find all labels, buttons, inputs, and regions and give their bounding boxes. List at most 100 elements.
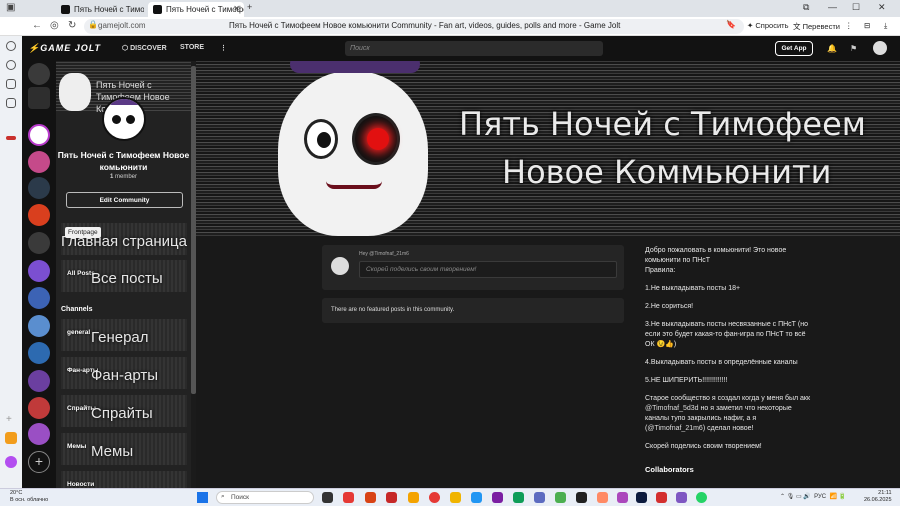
close-tab-icon[interactable]: ✕: [233, 4, 240, 13]
tabs-icon[interactable]: [6, 98, 16, 108]
market-icon[interactable]: [5, 432, 17, 444]
discover-link[interactable]: ⬡ DISCOVER: [122, 44, 167, 52]
app-icon[interactable]: [471, 492, 482, 503]
alice-icon[interactable]: [6, 41, 16, 51]
windows-taskbar: 20°C В осн. облачно ⌕ Поиск ⌃ 🎙 ▭ 🔊 РУС 📶 …: [0, 488, 900, 506]
assistant-icon[interactable]: [5, 456, 17, 468]
mention-link[interactable]: @Timofnaf_21m6: [647, 425, 702, 432]
community-icon[interactable]: [28, 151, 50, 173]
maximize-icon[interactable]: ☐: [852, 2, 860, 13]
window-collections-icon[interactable]: ⧉: [803, 2, 809, 13]
ask-button[interactable]: ✦ Спросить: [747, 21, 788, 30]
new-tab-icon[interactable]: +: [247, 2, 252, 12]
app-icon[interactable]: [576, 492, 587, 503]
banner-character-mouth: [326, 181, 382, 189]
translate-button[interactable]: 文 Перевести: [793, 21, 840, 32]
download-icon[interactable]: ⤓: [884, 21, 887, 31]
more-icon[interactable]: ⋮: [845, 21, 853, 30]
app-icon[interactable]: [408, 492, 419, 503]
app-icon[interactable]: [555, 492, 566, 503]
weather-widget[interactable]: 20°C В осн. облачно: [10, 490, 48, 504]
rule-2: 2.Не сориться!: [645, 303, 694, 310]
get-app-button[interactable]: Get App: [775, 41, 813, 56]
channel-news[interactable]: Новости: [61, 471, 187, 488]
banner-character-eye: [304, 119, 338, 159]
task-view-icon[interactable]: [322, 492, 333, 503]
browser-menu-icon[interactable]: ▣: [6, 2, 15, 13]
edge-icon[interactable]: [513, 492, 524, 503]
taskbar-search[interactable]: ⌕ Поиск: [216, 491, 314, 504]
shield-icon[interactable]: ◎: [50, 20, 59, 31]
channel-memes[interactable]: Мемы Мемы: [61, 433, 187, 465]
mention-link[interactable]: @Timofnaf_5d3d: [645, 405, 699, 412]
edit-community-button[interactable]: Edit Community: [66, 192, 183, 208]
add-panel-icon[interactable]: +: [6, 414, 12, 425]
app-icon[interactable]: [617, 492, 628, 503]
opera-icon[interactable]: [429, 492, 440, 503]
banner-character-face: [278, 71, 428, 236]
about-cta: Скорей поделись своим творением!: [645, 443, 762, 450]
community-icon[interactable]: [28, 260, 50, 282]
community-icon[interactable]: [28, 204, 50, 226]
app-icon[interactable]: [597, 492, 608, 503]
downloads-panel-icon[interactable]: ⊟: [864, 21, 870, 30]
channel-fanart[interactable]: Фан-арты Фан-арты: [61, 357, 187, 389]
reload-icon[interactable]: ↻: [68, 20, 76, 31]
rule-1: 1.Не выкладывать посты 18+: [645, 285, 741, 292]
rule-5: 5.НЕ ШИПЕРИТЬ!!!!!!!!!!!!!: [645, 377, 728, 384]
browser-tab[interactable]: Пять Ночей с Тимофеем: [56, 2, 144, 17]
play-icon[interactable]: [6, 60, 16, 70]
search-input[interactable]: Поиск: [345, 41, 603, 56]
community-icon-timofey[interactable]: [28, 124, 50, 146]
community-icon[interactable]: [28, 342, 50, 364]
community-icon[interactable]: [28, 423, 50, 445]
post-input[interactable]: Скорей поделись своим творением!: [359, 261, 617, 278]
system-tray[interactable]: ⌃ 🎙 ▭ 🔊 РУС 📶 🔋: [780, 493, 846, 500]
channel-general[interactable]: general Генерал: [61, 319, 187, 351]
photoshop-icon[interactable]: [636, 492, 647, 503]
more-menu-icon[interactable]: ⋮: [220, 44, 227, 52]
browser-tab-active[interactable]: Пять Ночей с Тимофеем ✕: [148, 2, 244, 17]
about-history: Старое сообщество я создал когда у меня …: [645, 395, 811, 432]
channel-sprites[interactable]: Спрайты Спрайты: [61, 395, 187, 427]
gamejolt-logo[interactable]: ⚡GAME JOLT: [28, 43, 101, 54]
minimize-icon[interactable]: —: [828, 2, 837, 12]
add-community-icon[interactable]: +: [28, 451, 50, 473]
home-icon[interactable]: [28, 63, 50, 85]
notes-icon[interactable]: [6, 79, 16, 89]
app-icon[interactable]: [365, 492, 376, 503]
user-avatar[interactable]: [873, 41, 887, 55]
frontpage-tooltip: Frontpage: [65, 227, 101, 238]
app-icon[interactable]: [492, 492, 503, 503]
channel-all-posts[interactable]: All Posts Все посты: [61, 260, 187, 292]
app-icon[interactable]: [676, 492, 687, 503]
url-field[interactable]: 🔒 gamejolt.com Пять Ночей с Тимофеем Нов…: [84, 19, 744, 34]
community-icon[interactable]: [28, 370, 50, 392]
powerpoint-icon[interactable]: [656, 492, 667, 503]
close-window-icon[interactable]: ✕: [878, 2, 886, 13]
clock[interactable]: 21:11 26.06.2025: [864, 490, 892, 504]
activity-icon[interactable]: ⚑: [850, 44, 857, 53]
yandex-icon[interactable]: [343, 492, 354, 503]
rule-3: 3.Не выкладывать посты несвязанные с ПНс…: [645, 321, 808, 348]
realms-icon[interactable]: [28, 87, 50, 109]
community-icon[interactable]: [28, 232, 50, 254]
community-icon[interactable]: [28, 287, 50, 309]
windows-start-icon[interactable]: [197, 492, 208, 503]
community-icon[interactable]: [28, 397, 50, 419]
back-icon[interactable]: ←: [32, 20, 42, 31]
user-avatar[interactable]: [331, 257, 349, 275]
whatsapp-icon[interactable]: [696, 492, 707, 503]
file-explorer-icon[interactable]: [450, 492, 461, 503]
store-link[interactable]: STORE: [180, 44, 204, 51]
banner-character-hat: [290, 61, 420, 73]
lock-icon: 🔒: [88, 20, 98, 29]
yandex-browser-icon[interactable]: [386, 492, 397, 503]
notifications-icon[interactable]: 🔔: [827, 44, 837, 53]
app-icon[interactable]: [534, 492, 545, 503]
member-count[interactable]: 1 member: [56, 174, 191, 180]
community-icon[interactable]: [28, 177, 50, 199]
community-about: Добро пожаловать в комьюнити! Это новое …: [645, 246, 815, 460]
bookmark-icon[interactable]: 🔖: [726, 20, 736, 29]
community-icon[interactable]: [28, 315, 50, 337]
